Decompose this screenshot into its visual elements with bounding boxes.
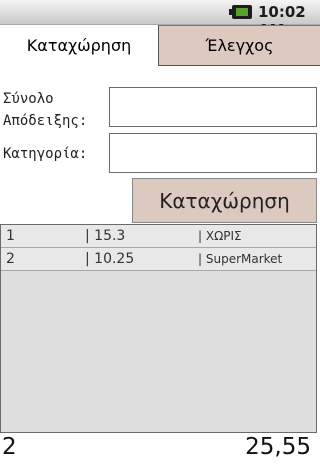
entry-count: 2 — [2, 434, 17, 460]
entry-id: 2 — [6, 251, 15, 267]
entry-amount: | 10.25 — [85, 251, 135, 267]
status-bar: 10:02 AM — [0, 0, 320, 39]
register-button[interactable]: Καταχώρηση — [132, 178, 317, 223]
tab-check-label: Έλεγχος — [205, 36, 274, 55]
entry-id: 1 — [6, 228, 15, 244]
tab-check[interactable]: Έλεγχος — [159, 25, 320, 66]
entry-category: | ΧΩΡΙΣ — [198, 229, 242, 243]
register-button-label: Καταχώρηση — [159, 188, 290, 213]
total-label-line1: Σύνολο — [3, 91, 54, 107]
entry-amount: | 15.3 — [85, 228, 126, 244]
entry-category: | SuperMarket — [198, 252, 283, 266]
list-item[interactable]: 2 | 10.25 | SuperMarket — [1, 248, 316, 271]
receipt-total-field[interactable] — [109, 87, 317, 127]
category-label: Κατηγορία: — [3, 146, 88, 162]
tab-register-label: Καταχώρηση — [26, 36, 132, 55]
category-field[interactable] — [109, 133, 317, 173]
list-item[interactable]: 1 | 15.3 | ΧΩΡΙΣ — [1, 225, 316, 248]
tab-register[interactable]: Καταχώρηση — [0, 25, 159, 66]
grand-total: 25,55 — [245, 434, 311, 460]
entries-list[interactable]: 1 | 15.3 | ΧΩΡΙΣ 2 | 10.25 | SuperMarket — [0, 224, 317, 433]
total-label-line2: Απόδειξης: — [3, 113, 88, 129]
total-label: Σύνολο Απόδειξης: — [3, 89, 87, 131]
battery-icon — [229, 5, 252, 19]
